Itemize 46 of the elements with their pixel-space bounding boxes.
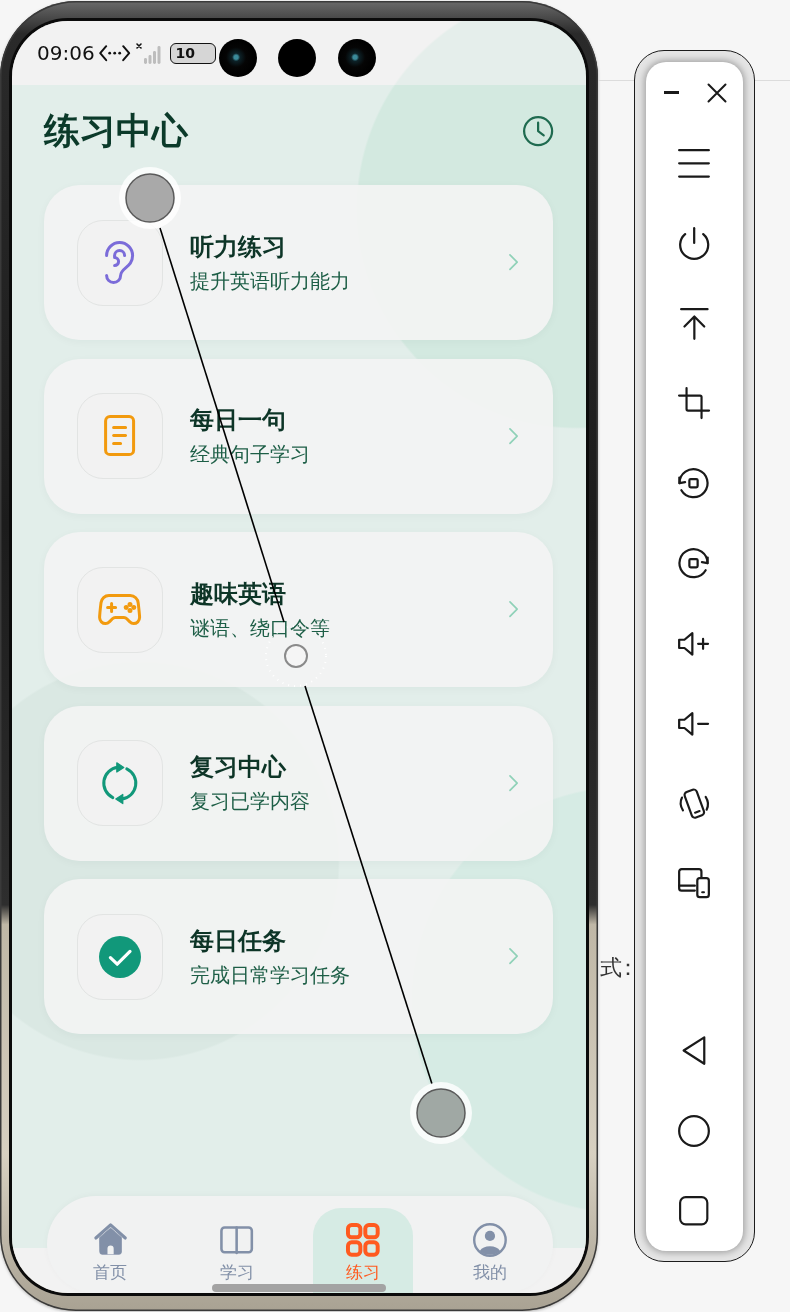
background-text: 式：: [600, 955, 634, 981]
card-title: 每日任务: [190, 925, 287, 956]
practice-card[interactable]: 复习中心 复习已学内容: [44, 705, 553, 861]
camera-lens-icon: [338, 39, 376, 77]
dots-brackets-icon: [99, 44, 131, 62]
volume-up-icon: [678, 631, 710, 656]
user-circle-icon: [472, 1223, 507, 1257]
chevron-right-icon: [508, 774, 518, 792]
chevron-right-icon: [508, 254, 518, 271]
touch-point-marker: [410, 1082, 472, 1144]
phone-shake-icon: [677, 786, 711, 821]
practice-card[interactable]: 每日任务 完成日常学习任务: [44, 879, 553, 1034]
practice-card[interactable]: 听力练习 提升英语听力能力: [44, 185, 553, 340]
camera-lens-icon: [219, 39, 257, 77]
close-icon: [707, 82, 727, 103]
chevron-right-icon: [508, 948, 518, 965]
battery-indicator: 10: [170, 42, 217, 64]
triangle-left-icon: [682, 1036, 706, 1065]
crop-icon: [677, 387, 711, 420]
power-icon: [678, 227, 710, 260]
house-icon: [93, 1223, 127, 1257]
minus-icon: [663, 91, 679, 94]
chevron-right-icon: [508, 427, 518, 445]
devices-icon: [678, 868, 710, 899]
touch-point-marker: [119, 167, 181, 229]
card-subtitle: 提升英语听力能力: [190, 267, 350, 294]
card-subtitle: 复习已学内容: [190, 788, 310, 814]
book-icon: [220, 1225, 254, 1255]
card-subtitle: 谜语、绕口令等: [190, 614, 330, 641]
status-time: 09:06: [37, 41, 96, 65]
rotate-left-icon: [678, 468, 710, 499]
clock-icon[interactable]: [522, 115, 553, 147]
signal-icon: [136, 42, 163, 64]
rotate-right-icon: [678, 548, 710, 579]
square-icon: [679, 1195, 709, 1226]
arrow-up-to-line-icon: [679, 307, 709, 340]
grid-icon: [346, 1223, 381, 1257]
page-title: 练习中心: [44, 109, 188, 153]
card-title: 复习中心: [190, 752, 287, 782]
card-title: 听力练习: [190, 231, 287, 262]
volume-down-icon: [678, 711, 710, 736]
circle-icon: [678, 1114, 710, 1147]
menu-icon: [678, 149, 710, 178]
chevron-right-icon: [508, 601, 518, 618]
card-subtitle: 完成日常学习任务: [190, 961, 350, 988]
camera-lens-icon: [278, 39, 316, 77]
